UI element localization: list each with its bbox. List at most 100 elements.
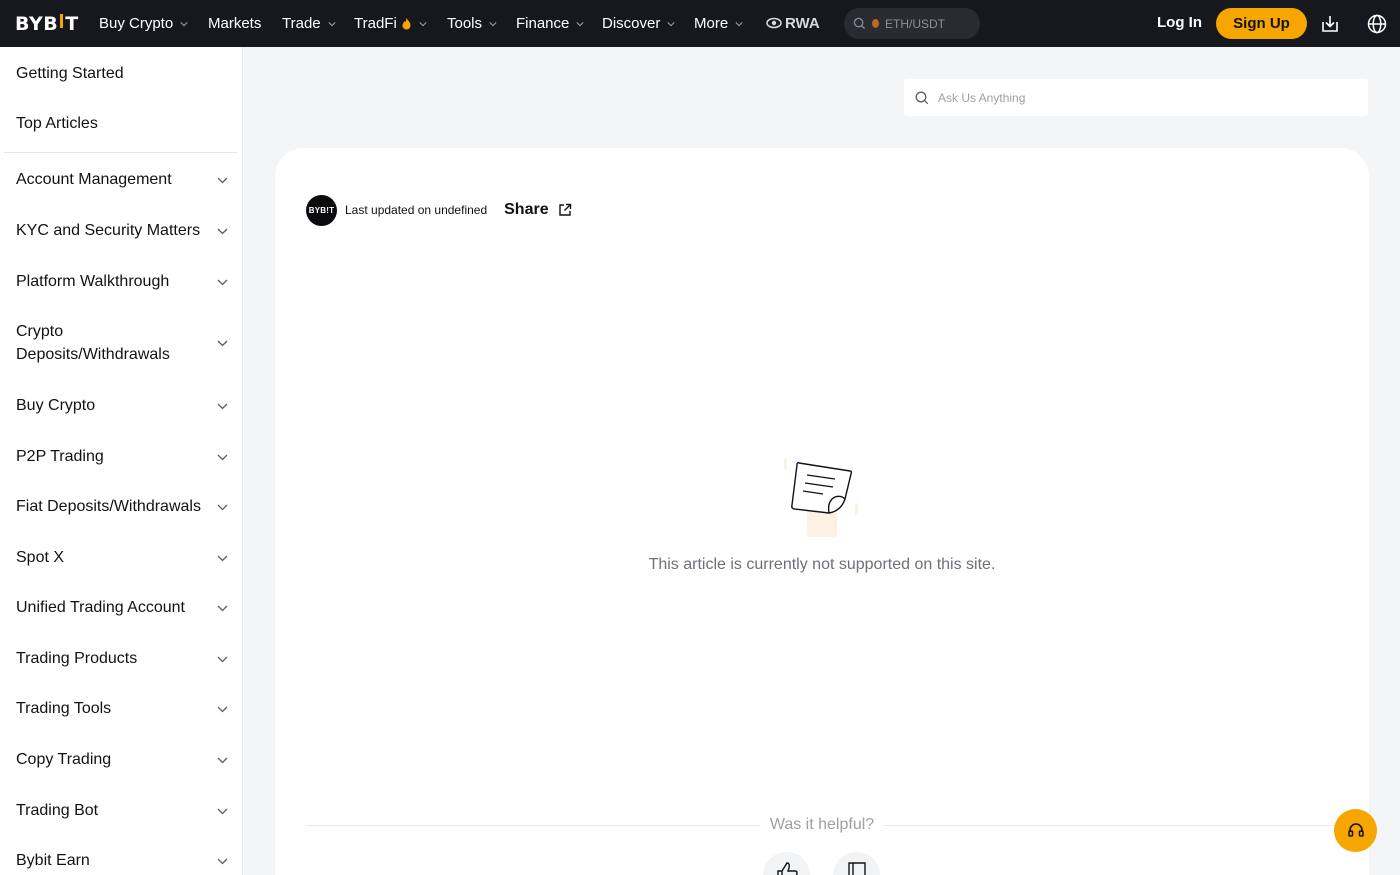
chevron-down-icon xyxy=(217,279,228,285)
sidebar-item-label: Copy Trading xyxy=(16,751,112,768)
nav-trade[interactable]: Trade xyxy=(282,0,336,47)
chevron-down-icon xyxy=(217,555,228,561)
helpful-section: Was it helpful? xyxy=(306,814,1338,836)
rwa-link[interactable]: RWA xyxy=(766,14,820,32)
chevron-down-icon xyxy=(217,177,228,183)
market-search-input[interactable]: ETH/USDT xyxy=(844,8,980,39)
rwa-eye-icon xyxy=(766,17,782,29)
thumbs-up-icon xyxy=(776,862,798,875)
support-chat-button[interactable] xyxy=(1334,809,1377,852)
share-button[interactable]: Share xyxy=(504,201,571,219)
nav-label: Finance xyxy=(516,15,570,32)
nav-buy-crypto[interactable]: Buy Crypto xyxy=(99,0,188,47)
logo-text-left: BYB xyxy=(15,13,59,35)
search-placeholder: Ask Us Anything xyxy=(938,90,1026,105)
download-icon[interactable] xyxy=(1319,13,1341,35)
chevron-down-icon xyxy=(217,656,228,662)
nav-label: More xyxy=(694,15,729,32)
chevron-down-icon xyxy=(735,21,743,26)
chevron-down-icon xyxy=(217,605,228,611)
chevron-down-icon xyxy=(328,21,336,26)
chevron-down-icon xyxy=(489,21,497,26)
sidebar-item-label: Trading Tools xyxy=(16,700,112,717)
rwa-label: RWA xyxy=(785,14,820,32)
search-icon xyxy=(853,17,866,30)
helpful-prompt: Was it helpful? xyxy=(769,816,875,833)
sidebar-item-trading-bot[interactable]: Trading Bot xyxy=(16,799,228,822)
last-updated-text: Last updated on undefined xyxy=(345,203,488,217)
login-button[interactable]: Log In xyxy=(1157,14,1202,31)
search-placeholder: ETH/USDT xyxy=(885,16,945,31)
bybit-logo[interactable]: BYB T xyxy=(15,13,79,35)
chevron-down-icon xyxy=(217,403,228,409)
sidebar-item-trading-products[interactable]: Trading Products xyxy=(16,647,228,670)
sidebar-item-bybit-earn[interactable]: Bybit Earn xyxy=(16,849,228,872)
help-sidebar: Getting Started Top Articles Account Man… xyxy=(0,47,243,875)
chevron-down-icon xyxy=(419,21,427,26)
nav-discover[interactable]: Discover xyxy=(602,0,675,47)
sidebar-item-account-management[interactable]: Account Management xyxy=(16,168,228,191)
nav-label: Tools xyxy=(447,15,483,32)
sidebar-item-label: Platform Walkthrough xyxy=(16,273,170,290)
logo-text-right: T xyxy=(65,13,79,35)
sidebar-top-articles[interactable]: Top Articles xyxy=(16,115,98,133)
nav-finance[interactable]: Finance xyxy=(516,0,584,47)
sidebar-item-fiat-deposits[interactable]: Fiat Deposits/Withdrawals xyxy=(16,495,228,518)
help-search-input[interactable]: Ask Us Anything xyxy=(904,79,1368,116)
empty-state-message: This article is currently not supported … xyxy=(648,556,996,573)
sidebar-item-spot-x[interactable]: Spot X xyxy=(16,546,228,569)
sidebar-item-label: Bybit Earn xyxy=(16,852,90,869)
sidebar-item-label: KYC and Security Matters xyxy=(16,222,201,239)
sidebar-item-label: Trading Bot xyxy=(16,802,99,819)
chevron-down-icon xyxy=(576,21,584,26)
chevron-down-icon xyxy=(217,858,228,864)
chevron-down-icon xyxy=(217,454,228,460)
chevron-down-icon xyxy=(217,340,228,347)
sidebar-item-label: Fiat Deposits/Withdrawals xyxy=(16,498,201,515)
sidebar-item-copy-trading[interactable]: Copy Trading xyxy=(16,748,228,771)
eth-coin-icon xyxy=(872,19,879,28)
nav-more[interactable]: More xyxy=(694,0,743,47)
nav-label: TradFi xyxy=(354,15,397,32)
top-navigation-bar: BYB T Buy Crypto Markets Trade TradFi Too… xyxy=(0,0,1400,47)
sidebar-item-buy-crypto[interactable]: Buy Crypto xyxy=(16,394,228,417)
document-icon xyxy=(784,459,858,537)
author-avatar: BYB!T xyxy=(306,194,337,226)
thumbs-down-icon xyxy=(847,862,866,875)
logo-accent-bar xyxy=(60,14,64,28)
chevron-down-icon xyxy=(217,228,228,234)
sidebar-item-p2p-trading[interactable]: P2P Trading xyxy=(16,445,228,468)
sidebar-item-label: Buy Crypto xyxy=(16,397,96,414)
article-meta: BYB!T Last updated on undefined Share xyxy=(306,194,572,226)
share-label: Share xyxy=(504,201,549,218)
signup-button[interactable]: Sign Up xyxy=(1216,8,1307,39)
sidebar-item-label: P2P Trading xyxy=(16,448,104,465)
nav-tradfi[interactable]: TradFi xyxy=(354,0,427,47)
sidebar-divider xyxy=(4,152,237,153)
sidebar-item-trading-tools[interactable]: Trading Tools xyxy=(16,697,228,720)
sidebar-item-crypto-deposits[interactable]: Crypto Deposits/Withdrawals xyxy=(16,320,228,366)
chevron-down-icon xyxy=(217,808,228,814)
nav-tools[interactable]: Tools xyxy=(447,0,497,47)
sidebar-item-label: Spot X xyxy=(16,549,65,566)
fire-icon xyxy=(402,18,411,30)
nav-label: Trade xyxy=(282,15,321,32)
sidebar-item-label: Trading Products xyxy=(16,650,138,667)
sidebar-item-unified-trading-account[interactable]: Unified Trading Account xyxy=(16,596,228,619)
nav-markets[interactable]: Markets xyxy=(208,0,261,47)
sidebar-getting-started[interactable]: Getting Started xyxy=(16,65,124,83)
sidebar-item-platform-walkthrough[interactable]: Platform Walkthrough xyxy=(16,270,228,293)
chevron-down-icon xyxy=(217,706,228,712)
sidebar-item-kyc-security[interactable]: KYC and Security Matters xyxy=(16,219,228,242)
chevron-down-icon xyxy=(217,757,228,763)
chevron-down-icon xyxy=(217,504,228,510)
nav-label: Discover xyxy=(602,15,661,32)
divider-line xyxy=(884,824,1338,826)
divider-line xyxy=(306,824,760,826)
sidebar-item-label: Unified Trading Account xyxy=(16,599,185,616)
sidebar-item-label: Crypto Deposits/Withdrawals xyxy=(16,323,170,363)
globe-icon[interactable] xyxy=(1366,13,1388,35)
chevron-down-icon xyxy=(667,21,675,26)
external-link-icon xyxy=(558,203,571,216)
nav-label: Buy Crypto xyxy=(99,15,174,32)
